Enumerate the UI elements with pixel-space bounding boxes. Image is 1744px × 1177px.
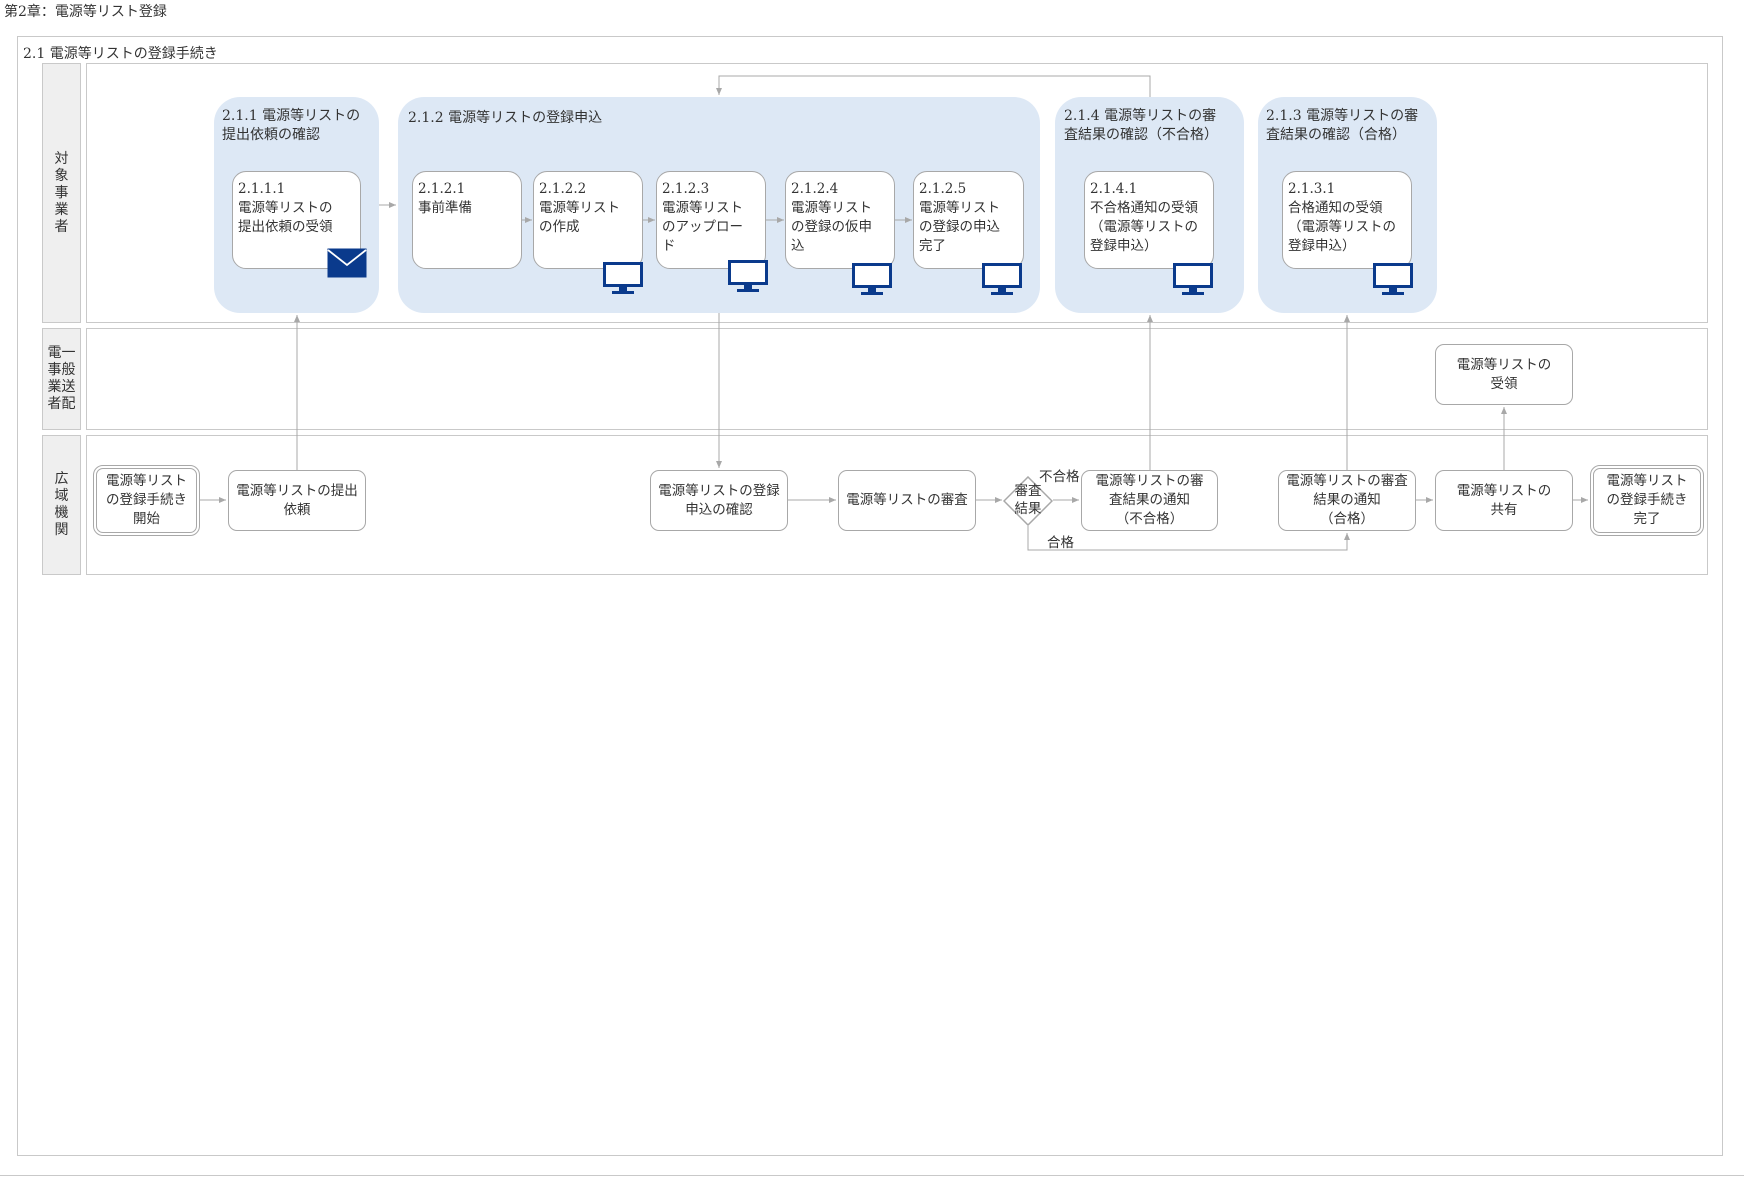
connectors <box>200 75 1588 551</box>
connector-group214-group212 <box>716 75 1151 97</box>
connector-decision-pass <box>1027 526 1350 551</box>
